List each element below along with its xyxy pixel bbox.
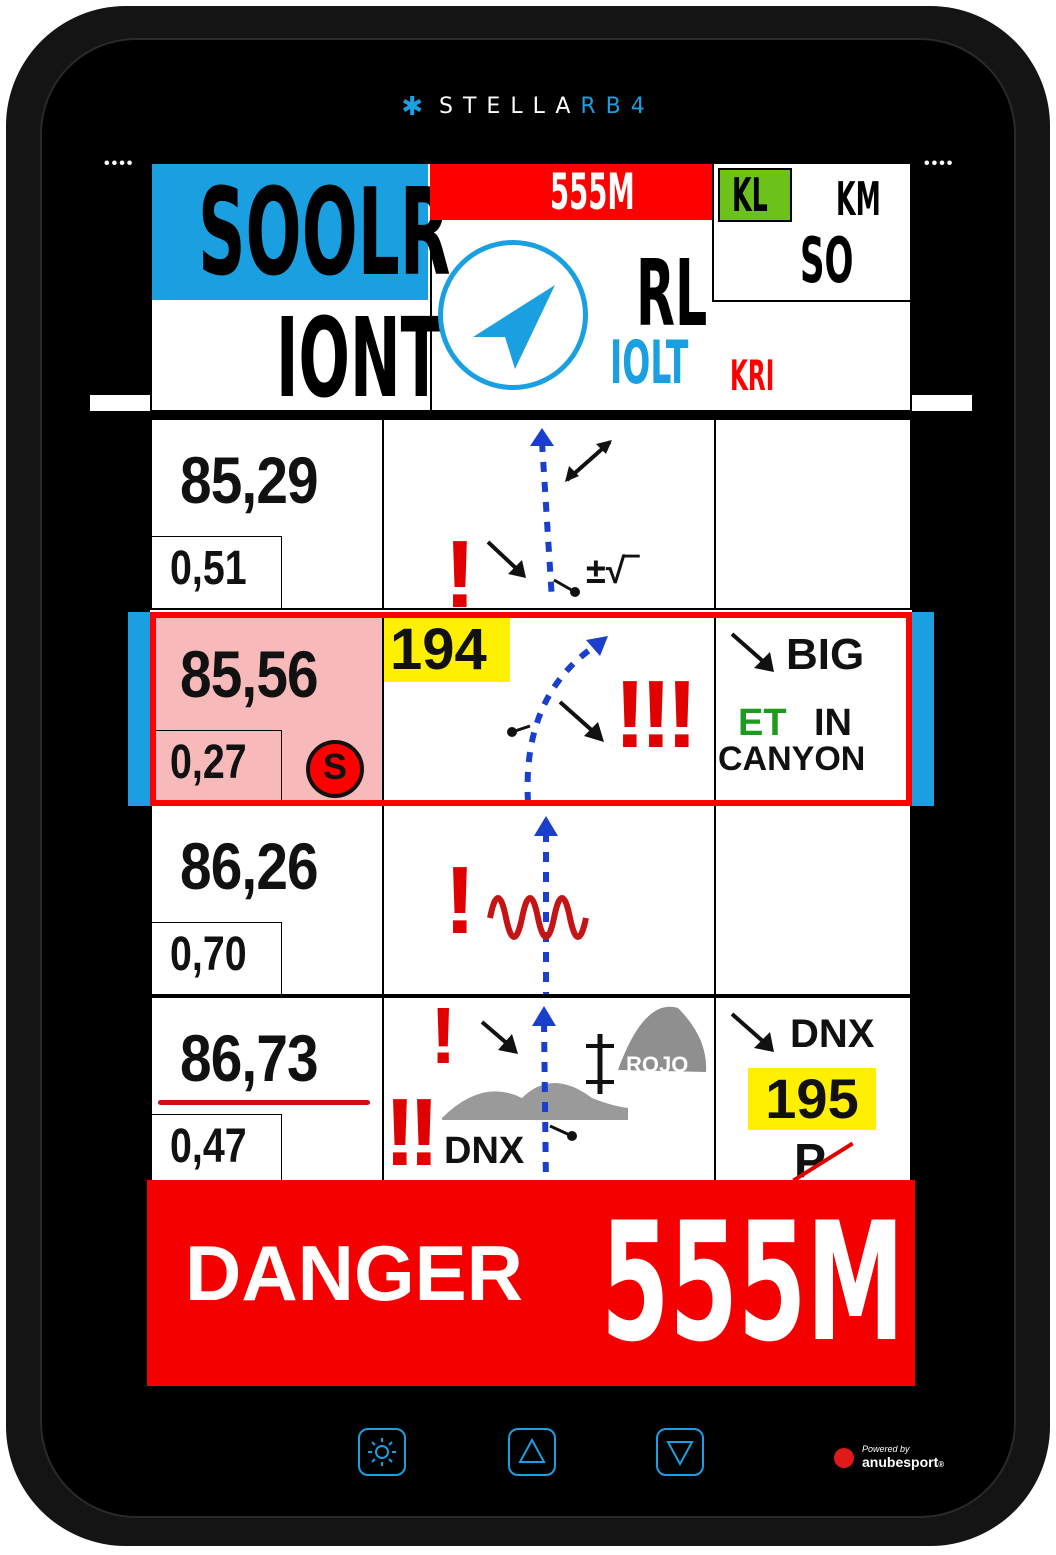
heading-sub-red: KRI — [730, 351, 775, 400]
heading-sub-blue: IOLT — [610, 328, 689, 398]
alert-distance: 555M — [550, 163, 635, 221]
down-triangle-icon — [666, 1441, 694, 1467]
runner-logo-icon: ✱ — [401, 92, 434, 122]
stop-badge-icon: S — [306, 740, 364, 798]
partial-box: 0,51 — [152, 536, 282, 608]
square-root-glyph: ±√‾ — [586, 550, 638, 591]
notes-cell: BIG ET IN CANYON — [714, 614, 910, 802]
divider-left — [90, 395, 152, 411]
roadbook-row[interactable]: 85,29 0,51 ±√‾ ! — [150, 418, 912, 628]
distance-cell: 86,73 0,47 — [152, 998, 384, 1186]
partial-distance: 0,51 — [170, 542, 247, 595]
turn-arrow-icon — [730, 1012, 774, 1052]
status-dots-left: •••• — [104, 155, 135, 172]
active-marker-left — [128, 612, 150, 806]
total-distance: 85,29 — [180, 443, 319, 517]
danger-triple-icon: !!! — [614, 661, 698, 768]
distance-cell: 86,26 0,70 — [152, 806, 384, 994]
roadbook-grid: 85,29 0,51 ±√‾ ! 85,56 0,27 S 194 !!! BI… — [150, 418, 912, 1188]
waypoint-number: 195 — [748, 1068, 876, 1130]
total-distance: 86,26 — [180, 829, 319, 903]
notes-cell — [714, 806, 910, 994]
km-label: KM — [836, 172, 881, 226]
anubesport-logo-icon — [834, 1448, 854, 1468]
danger-banner: DANGER 555M — [147, 1180, 915, 1386]
note-dnx: DNX — [790, 1012, 875, 1056]
up-triangle-icon — [518, 1437, 546, 1463]
total-distance: 86,73 — [180, 1021, 319, 1095]
speed-time-panel: SOOLR IONT — [152, 164, 451, 414]
note-big: BIG — [786, 630, 865, 679]
km-value: SO — [800, 224, 854, 297]
partial-distance: 0,70 — [170, 928, 247, 981]
partial-box: 0,47 — [152, 1114, 282, 1186]
total-distance: 85,56 — [180, 637, 319, 711]
roadbook-row-active[interactable]: 85,56 0,27 S 194 !!! BIG ET IN CANYON — [150, 612, 912, 804]
danger-single-icon: ! — [444, 847, 476, 954]
danger-single-icon: ! — [430, 991, 457, 1080]
partial-box: 0,70 — [152, 922, 282, 994]
partial-distance: 0,47 — [170, 1120, 247, 1173]
status-dots-right: •••• — [924, 155, 955, 172]
tulip-cell: ! — [382, 806, 716, 994]
distance-underline — [158, 1100, 370, 1105]
danger-distance: 555M — [601, 1187, 905, 1378]
tulip-cell: ±√‾ ! — [382, 420, 716, 628]
navigation-panel: 555M RL IOLT KRI — [430, 163, 774, 410]
danger-double-icon: !! — [384, 1079, 440, 1186]
km-panel: KL KM SO — [712, 164, 912, 302]
distance-cell: 85,56 0,27 S — [152, 614, 384, 802]
note-in: IN — [814, 702, 852, 744]
tablet-device: ✱ STELLARB4 •••• •••• SOOLR IONT 555M RL … — [0, 0, 1056, 1555]
scroll-up-button[interactable] — [508, 1428, 556, 1476]
partial-box: 0,27 — [152, 730, 282, 802]
roadbook-row[interactable]: 86,26 0,70 ! — [150, 804, 912, 996]
notes-cell: DNX 195 P — [714, 998, 910, 1188]
turn-arrow-icon — [730, 632, 774, 672]
scroll-down-button[interactable] — [656, 1428, 704, 1476]
tulip-cell: 194 !!! — [382, 614, 716, 802]
notes-cell — [714, 420, 910, 608]
roadbook-row[interactable]: 86,73 0,47 ROJO ! !! DNX DNX 195 P — [150, 991, 912, 1188]
brightness-icon — [368, 1438, 396, 1466]
compass-icon — [438, 240, 588, 390]
speed-value: SOOLR — [198, 164, 451, 303]
danger-label: DANGER — [185, 1229, 524, 1317]
distance-cell: 85,29 0,51 — [152, 420, 384, 608]
tulip-diagram-icon — [487, 816, 589, 994]
partial-distance: 0,27 — [170, 736, 247, 789]
active-marker-right — [912, 612, 934, 806]
header-panel: SOOLR IONT 555M RL IOLT KRI KL KM SO — [150, 162, 912, 414]
divider-right — [910, 395, 972, 411]
note-canyon: CANYON — [718, 740, 866, 778]
rojo-label: ROJO — [626, 1052, 689, 1077]
tulip-cell: ROJO ! !! DNX — [382, 991, 716, 1186]
brightness-button[interactable] — [358, 1428, 406, 1476]
kl-label: KL — [732, 168, 768, 222]
note-et: ET — [738, 702, 787, 744]
brand-logo: ✱ STELLARB4 — [401, 92, 655, 122]
dnx-label: DNX — [444, 1130, 525, 1172]
tulip-diagram-icon — [486, 428, 612, 601]
time-value: IONT — [276, 294, 442, 422]
